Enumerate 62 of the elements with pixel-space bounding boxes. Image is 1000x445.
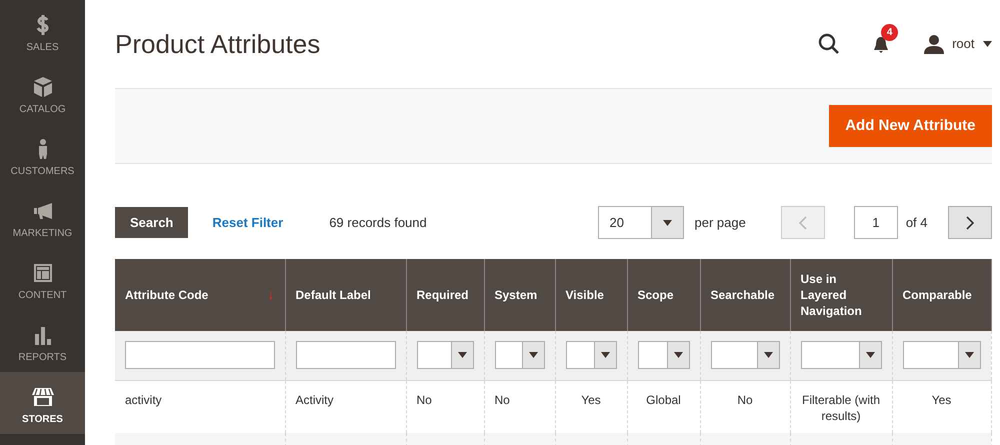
- table-cell: No: [416, 392, 432, 406]
- column-header[interactable]: System: [494, 286, 538, 304]
- caret-icon: [982, 41, 992, 47]
- sidebar-item[interactable]: CATALOG: [0, 62, 85, 124]
- caret-icon: [964, 352, 974, 358]
- table-cell: Global: [646, 392, 681, 406]
- table-cell: Yes: [932, 392, 952, 406]
- column-header[interactable]: Default Label: [296, 286, 371, 304]
- caret-icon: [663, 220, 672, 226]
- filter-select[interactable]: [416, 341, 474, 370]
- caret-icon: [674, 352, 682, 358]
- table-cell: No: [737, 392, 753, 406]
- notification-count: 4: [881, 24, 898, 42]
- table-cell: Filterable (with results): [802, 392, 880, 423]
- caret-icon: [458, 352, 466, 358]
- sidebar-item[interactable]: STORES: [0, 372, 85, 434]
- sidebar-item[interactable]: CONTENT: [0, 248, 85, 310]
- caret-icon: [600, 352, 610, 358]
- layout-icon: [32, 262, 54, 284]
- storefront-icon: [32, 386, 54, 408]
- filter-select[interactable]: [710, 341, 780, 370]
- box-icon: [32, 76, 54, 98]
- table-cell: No: [494, 392, 510, 406]
- filter-field[interactable]: [125, 341, 274, 370]
- chevron-right-icon: [966, 216, 974, 230]
- caret-icon: [866, 352, 874, 358]
- column-header[interactable]: Attribute Code: [125, 286, 208, 304]
- caret-icon: [528, 352, 538, 358]
- filter-select[interactable]: [902, 341, 980, 370]
- user-menu[interactable]: root: [952, 34, 992, 54]
- sidebar-item[interactable]: CUSTOMERS: [0, 124, 85, 186]
- per-page-label: per page: [694, 214, 746, 232]
- page-total: of 4: [906, 214, 928, 232]
- filter-select[interactable]: [638, 341, 690, 370]
- chevron-left-icon: [798, 216, 807, 230]
- user-icon: [924, 34, 944, 54]
- add-new-attribute-button[interactable]: Add New Attribute: [829, 104, 992, 148]
- sidebar-item[interactable]: REPORTS: [0, 310, 85, 372]
- sidebar-item[interactable]: MARKETING: [0, 186, 85, 248]
- column-header[interactable]: Visible: [566, 286, 604, 304]
- column-header[interactable]: Comparable: [902, 286, 972, 304]
- filter-select[interactable]: [566, 341, 616, 370]
- search-icon[interactable]: [818, 33, 840, 55]
- table-cell: activity: [125, 392, 162, 406]
- caret-icon: [764, 352, 772, 358]
- column-header[interactable]: Required: [416, 286, 469, 304]
- per-page-select[interactable]: 20: [598, 206, 684, 239]
- bell-icon[interactable]: [872, 36, 890, 54]
- search-button[interactable]: Search: [115, 206, 188, 238]
- column-header[interactable]: Scope: [638, 286, 674, 304]
- page-title: Product Attributes: [115, 28, 322, 60]
- next-page-button[interactable]: [948, 206, 992, 239]
- filter-select[interactable]: [800, 341, 882, 370]
- records-count: 69 records found: [329, 214, 428, 232]
- reset-filter-link[interactable]: Reset Filter: [212, 212, 284, 232]
- table-cell: Yes: [581, 392, 601, 406]
- table-cell: Activity: [296, 392, 334, 406]
- column-header[interactable]: Searchable: [710, 286, 775, 304]
- sidebar-item[interactable]: SALES: [0, 0, 85, 62]
- filter-field[interactable]: [296, 341, 396, 370]
- filter-select[interactable]: [494, 341, 544, 370]
- page-number-field[interactable]: 1: [854, 206, 898, 239]
